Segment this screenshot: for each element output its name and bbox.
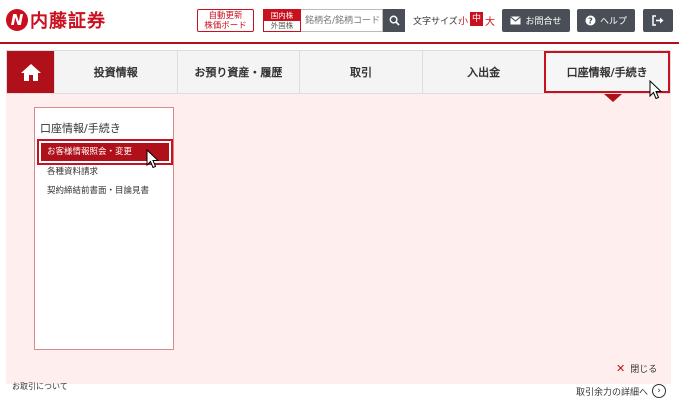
nav-deposit-withdrawal[interactable]: 入出金	[421, 51, 545, 93]
font-size-large-button[interactable]: 大	[485, 13, 495, 28]
submenu-title: 口座情報/手続き	[40, 122, 121, 135]
svg-text:?: ?	[588, 16, 593, 25]
dropdown-panel: 口座情報/手続き お客様情報照会・変更 各種資料請求 契約締結前書面・目論見書 …	[6, 94, 671, 384]
stock-market-toggle[interactable]: 国内株 外国株	[263, 9, 301, 32]
auto-board-line1: 自動更新	[208, 11, 243, 21]
font-size-medium-button[interactable]: 中	[470, 12, 483, 26]
nav-investment-info[interactable]: 投資情報	[54, 51, 177, 93]
domestic-stock-option[interactable]: 国内株	[264, 10, 300, 21]
contact-button[interactable]: お問合せ	[502, 9, 570, 32]
mouse-cursor-icon	[649, 80, 662, 100]
auto-board-line2: 株価ボード	[204, 21, 247, 31]
submenu-item-prospectus[interactable]: 契約締結前書面・目論見書	[41, 182, 169, 200]
logo[interactable]: N 内藤証券	[6, 7, 106, 33]
foreign-stock-option[interactable]: 外国株	[264, 21, 300, 31]
close-icon: ✕	[616, 362, 626, 375]
submenu-box: 口座情報/手続き お客様情報照会・変更 各種資料請求 契約締結前書面・目論見書	[34, 107, 174, 350]
question-icon: ?	[585, 15, 596, 26]
global-nav: 投資情報 お預り資産・履歴 取引 入出金 口座情報/手続き	[6, 50, 671, 94]
help-button[interactable]: ? ヘルプ	[577, 9, 635, 32]
auto-stock-board-button[interactable]: 自動更新 株価ボード	[197, 9, 254, 32]
contact-label: お問合せ	[525, 17, 562, 27]
nav-pointer-arrow	[604, 94, 622, 102]
nav-trade[interactable]: 取引	[299, 51, 422, 93]
mail-icon	[510, 16, 522, 25]
search-icon	[389, 15, 400, 26]
logo-mark: N	[6, 9, 28, 31]
font-size-label: 文字サイズ:	[413, 17, 461, 27]
font-size-small-button[interactable]: 小	[459, 14, 468, 27]
search-input[interactable]	[301, 9, 383, 32]
nav-assets-history[interactable]: お預り資産・履歴	[176, 51, 300, 93]
logout-icon	[652, 15, 664, 26]
header: N 内藤証券 自動更新 株価ボード 国内株 外国株 文字サイズ: 小 中 大 お…	[0, 0, 679, 44]
logo-text: 内藤証券	[30, 11, 106, 32]
chevron-right-icon: ›	[652, 384, 667, 398]
search-button[interactable]	[383, 9, 405, 32]
trading-capacity-detail-link[interactable]: 取引余力の詳細へ ›	[576, 384, 667, 398]
close-button[interactable]: ✕ 閉じる	[616, 362, 657, 375]
close-label: 閉じる	[630, 365, 658, 375]
detail-label: 取引余力の詳細へ	[576, 387, 649, 398]
logout-button[interactable]	[643, 9, 673, 32]
help-label: ヘルプ	[599, 17, 627, 27]
mouse-cursor-icon	[146, 149, 159, 169]
home-button[interactable]	[7, 51, 54, 93]
home-icon	[20, 63, 41, 81]
about-trading-link[interactable]: お取引について	[12, 381, 68, 392]
